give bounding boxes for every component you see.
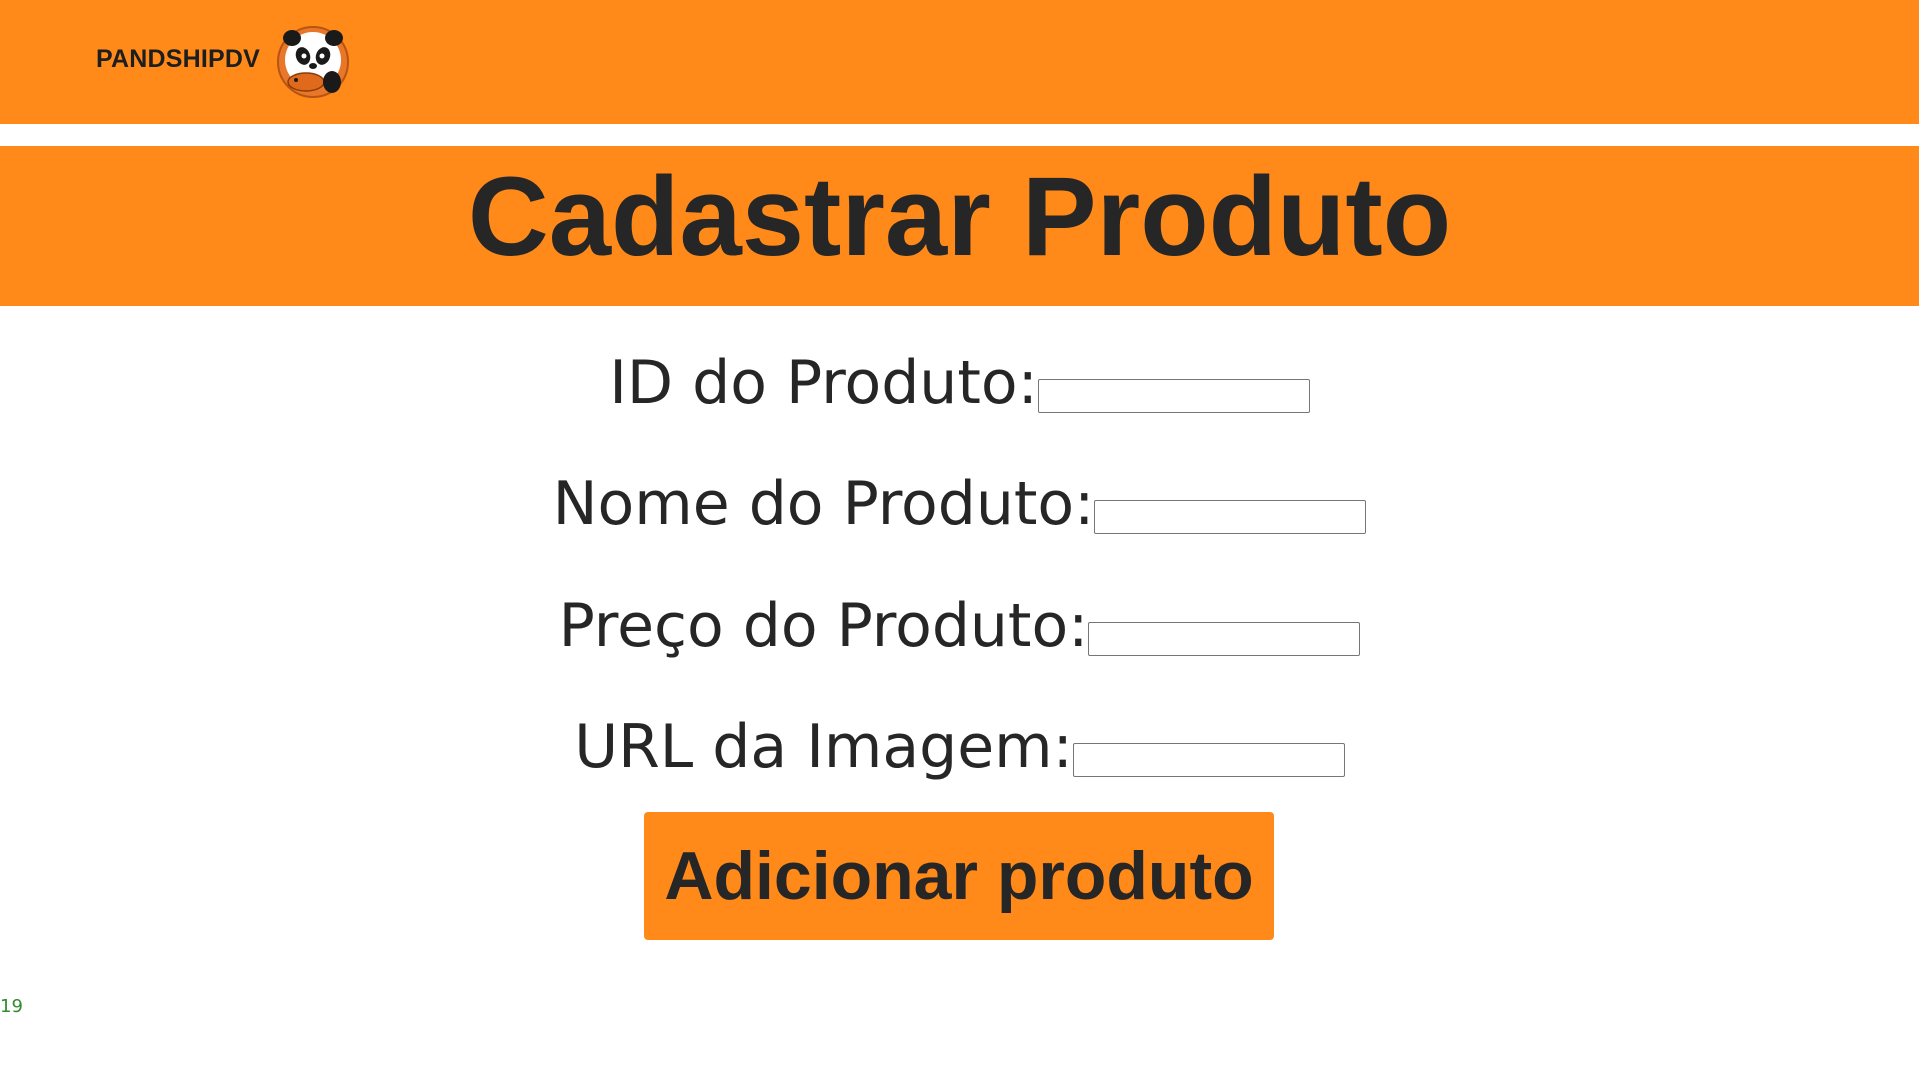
image-url-input[interactable] (1072, 743, 1345, 777)
product-name-label: Nome do Produto: (552, 469, 1095, 539)
add-product-button[interactable]: Adicionar produto (644, 812, 1274, 940)
image-url-label: URL da Imagem: (574, 712, 1073, 782)
page-title: Cadastrar Produto (467, 154, 1452, 279)
product-id-input[interactable] (1037, 379, 1310, 413)
field-row-id: ID do Produto: (0, 347, 1919, 419)
brand-name[interactable]: PANDSHIPDV (96, 45, 260, 74)
product-price-input[interactable] (1088, 622, 1361, 656)
field-row-price: Preço do Produto: (0, 590, 1919, 662)
field-row-name: Nome do Produto: (0, 468, 1919, 540)
stray-text: 19 (0, 996, 23, 1017)
product-name-input[interactable] (1094, 500, 1367, 534)
panda-logo-icon[interactable] (276, 24, 350, 100)
field-row-image-url: URL da Imagem: (0, 711, 1919, 783)
product-price-label: Preço do Produto: (558, 591, 1089, 661)
product-id-label: ID do Produto: (609, 348, 1038, 418)
